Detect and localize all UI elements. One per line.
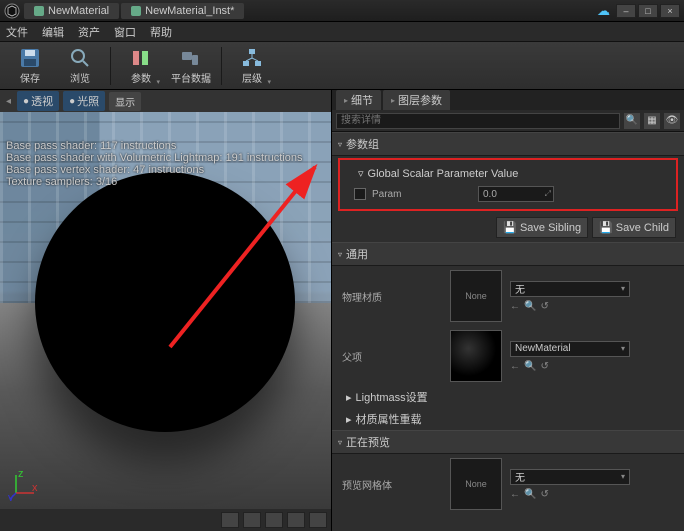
minimize-button[interactable]: ‒	[616, 4, 636, 18]
tab-newmaterial-inst[interactable]: NewMaterial_Inst*	[121, 3, 244, 19]
preview-mesh-dropdown[interactable]: 无	[510, 469, 630, 485]
svg-text:x: x	[32, 482, 38, 494]
section-param-group[interactable]: ▿参数组	[332, 132, 684, 156]
close-button[interactable]: ×	[660, 4, 680, 18]
material-icon	[34, 6, 44, 16]
preview-sphere	[35, 172, 295, 432]
phys-material-thumb[interactable]: None	[450, 270, 502, 322]
phys-material-dropdown[interactable]: 无	[510, 281, 630, 297]
parent-row: 父项 NewMaterial ← 🔍 ↺	[332, 326, 684, 386]
save-button[interactable]: 保存	[8, 45, 52, 87]
asset-tools: ← 🔍 ↺	[510, 361, 630, 372]
browse-button[interactable]: 浏览	[58, 45, 102, 87]
mesh-plane-icon[interactable]	[265, 512, 283, 528]
save-child-button[interactable]: 💾Save Child	[592, 217, 676, 238]
browse-to-icon[interactable]: 🔍	[524, 489, 536, 500]
menu-asset[interactable]: 资产	[78, 24, 100, 40]
axis-gizmo-icon: z x y	[8, 471, 38, 501]
eye-icon[interactable]: 👁	[664, 113, 680, 129]
section-previewing[interactable]: ▿正在预览	[332, 430, 684, 454]
reset-icon[interactable]: ↺	[540, 301, 548, 312]
title-bar: NewMaterial NewMaterial_Inst* ☁ ‒ □ ×	[0, 0, 684, 22]
menu-window[interactable]: 窗口	[114, 24, 136, 40]
toolbar: 保存 浏览 参数 平台数据 层级	[0, 42, 684, 90]
material-override-header[interactable]: ▸材质属性重载	[332, 408, 684, 430]
parent-thumb[interactable]	[450, 330, 502, 382]
mesh-custom-icon[interactable]	[309, 512, 327, 528]
menu-file[interactable]: 文件	[6, 24, 28, 40]
search-icon[interactable]: 🔍	[624, 113, 640, 129]
params-button[interactable]: 参数	[119, 45, 163, 87]
svg-text:y: y	[8, 492, 14, 501]
search-row: 🔍 ▦ 👁	[332, 110, 684, 132]
save-icon: 💾	[503, 221, 517, 234]
platform-icon	[180, 47, 202, 69]
platform-button[interactable]: 平台数据	[169, 45, 213, 87]
ue-logo-icon	[4, 3, 20, 19]
reset-icon[interactable]: ↺	[540, 489, 548, 500]
hierarchy-button[interactable]: 层级	[230, 45, 274, 87]
save-buttons-row: 💾Save Sibling 💾Save Child	[332, 213, 684, 242]
title-tabs: NewMaterial NewMaterial_Inst*	[24, 3, 597, 19]
material-icon	[131, 6, 141, 16]
reset-icon[interactable]: ↺	[540, 361, 548, 372]
save-icon: 💾	[599, 221, 613, 234]
maximize-button[interactable]: □	[638, 4, 658, 18]
phys-material-label: 物理材质	[342, 289, 442, 304]
tab-newmaterial[interactable]: NewMaterial	[24, 3, 119, 19]
details-panel: ▸细节 ▸图层参数 🔍 ▦ 👁 ▿参数组 ▿Global Scalar Para…	[332, 90, 684, 531]
param-row: Param 0.0	[344, 183, 672, 205]
perspective-button[interactable]: ● 透视	[17, 91, 59, 111]
preview-mesh-label: 预览网格体	[342, 477, 442, 492]
mesh-sphere-icon[interactable]	[243, 512, 261, 528]
param-checkbox[interactable]	[354, 188, 366, 200]
viewport-3d[interactable]: Base pass shader: 117 instructions Base …	[0, 112, 331, 509]
tab-layer-params[interactable]: ▸图层参数	[383, 90, 450, 110]
grid-icon[interactable]: ▦	[644, 113, 660, 129]
parent-label: 父项	[342, 349, 442, 364]
tab-details[interactable]: ▸细节	[336, 90, 381, 110]
cloud-icon[interactable]: ☁	[597, 3, 610, 19]
preview-mesh-row: 预览网格体 None 无 ← 🔍 ↺	[332, 454, 684, 514]
browse-to-icon[interactable]: 🔍	[524, 361, 536, 372]
window-buttons: ‒ □ ×	[616, 4, 680, 18]
panel-tabs: ▸细节 ▸图层参数	[332, 90, 684, 110]
menu-bar: 文件 编辑 资产 窗口 帮助	[0, 22, 684, 42]
viewport-options-icon[interactable]: ◂	[4, 96, 13, 107]
main-area: ◂ ● 透视 ● 光照 显示 Base pass shader: 117 ins…	[0, 90, 684, 531]
menu-edit[interactable]: 编辑	[42, 24, 64, 40]
menu-help[interactable]: 帮助	[150, 24, 172, 40]
parent-dropdown[interactable]: NewMaterial	[510, 341, 630, 357]
shader-stats: Base pass shader: 117 instructions Base …	[6, 140, 303, 188]
highlighted-param-box: ▿Global Scalar Parameter Value Param 0.0	[338, 158, 678, 211]
use-selected-icon[interactable]: ←	[510, 489, 520, 500]
browse-to-icon[interactable]: 🔍	[524, 301, 536, 312]
params-icon	[130, 47, 152, 69]
phys-material-row: 物理材质 None 无 ← 🔍 ↺	[332, 266, 684, 326]
mesh-cube-icon[interactable]	[287, 512, 305, 528]
mesh-cylinder-icon[interactable]	[221, 512, 239, 528]
viewport-panel: ◂ ● 透视 ● 光照 显示 Base pass shader: 117 ins…	[0, 90, 332, 531]
panel-body: ▿参数组 ▿Global Scalar Parameter Value Para…	[332, 132, 684, 531]
lightmass-header[interactable]: ▸Lightmass设置	[332, 386, 684, 408]
param-value-input[interactable]: 0.0	[478, 186, 554, 202]
viewport-toolbar: ◂ ● 透视 ● 光照 显示	[0, 90, 331, 112]
asset-tools: ← 🔍 ↺	[510, 301, 630, 312]
hierarchy-icon	[241, 47, 263, 69]
lit-button[interactable]: ● 光照	[63, 91, 105, 111]
use-selected-icon[interactable]: ←	[510, 361, 520, 372]
use-selected-icon[interactable]: ←	[510, 301, 520, 312]
param-label: Param	[372, 189, 472, 200]
section-general[interactable]: ▿通用	[332, 242, 684, 266]
show-button[interactable]: 显示	[109, 92, 141, 111]
preview-mesh-thumb[interactable]: None	[450, 458, 502, 510]
viewport-bottom-bar	[0, 509, 331, 531]
save-icon	[19, 47, 41, 69]
search-input[interactable]	[336, 113, 620, 129]
global-scalar-header[interactable]: ▿Global Scalar Parameter Value	[344, 164, 672, 183]
svg-text:z: z	[18, 471, 24, 480]
browse-icon	[69, 47, 91, 69]
asset-tools: ← 🔍 ↺	[510, 489, 630, 500]
save-sibling-button[interactable]: 💾Save Sibling	[496, 217, 588, 238]
